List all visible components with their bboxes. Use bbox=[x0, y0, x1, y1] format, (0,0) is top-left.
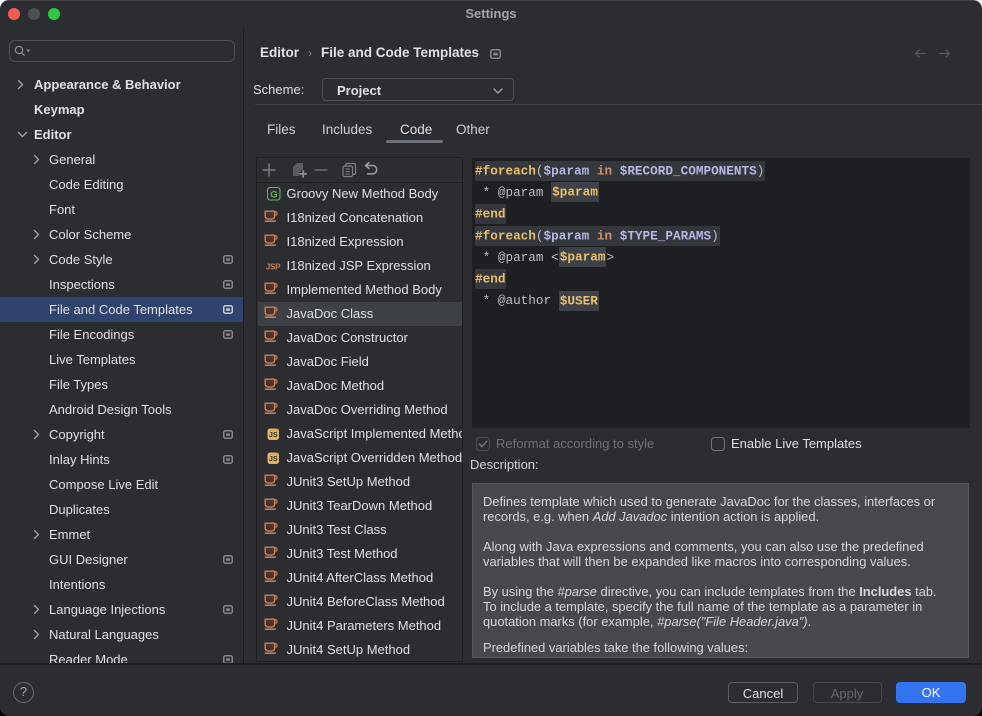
svg-text:JSP: JSP bbox=[265, 262, 280, 271]
svg-text:JS: JS bbox=[268, 455, 277, 463]
svg-text:JS: JS bbox=[268, 431, 277, 439]
svg-text:G: G bbox=[270, 189, 277, 200]
